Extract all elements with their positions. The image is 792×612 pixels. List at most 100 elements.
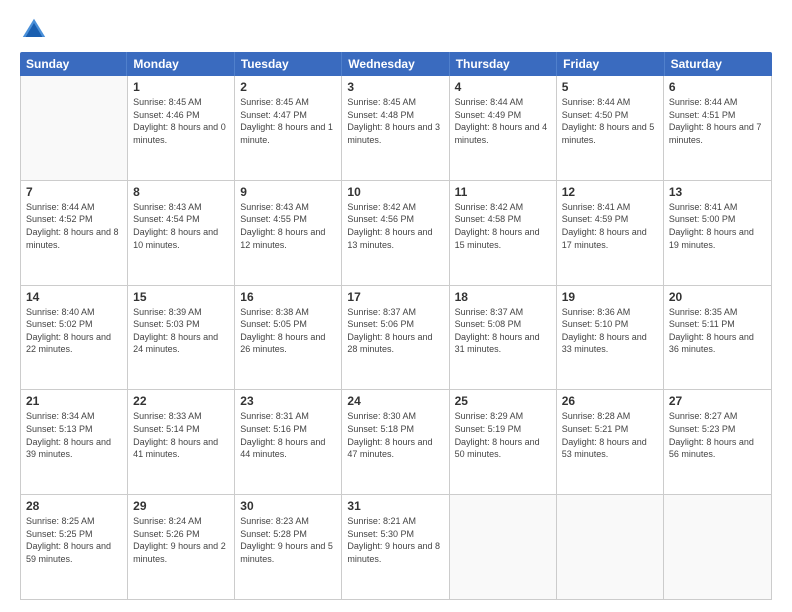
day-info: Sunrise: 8:39 AMSunset: 5:03 PMDaylight:… <box>133 306 229 356</box>
calendar-day-21: 21Sunrise: 8:34 AMSunset: 5:13 PMDayligh… <box>21 390 128 494</box>
calendar-day-27: 27 Sunrise: 8:27 AMSunset: 5:23 PMDayligh… <box>664 390 771 494</box>
calendar-day-5: 5 Sunrise: 8:44 AMSunset: 4:50 PMDaylight… <box>557 76 664 180</box>
day-info: Sunrise: 8:29 AMSunset: 5:19 PMDaylight:… <box>455 410 551 460</box>
calendar-day-11: 11 Sunrise: 8:42 AMSunset: 4:58 PMDayligh… <box>450 181 557 285</box>
day-number: 24 <box>347 394 443 408</box>
calendar-day-8: 8Sunrise: 8:43 AMSunset: 4:54 PMDaylight… <box>128 181 235 285</box>
day-number: 27 <box>669 394 766 408</box>
calendar-day-18: 18 Sunrise: 8:37 AMSunset: 5:08 PMDayligh… <box>450 286 557 390</box>
calendar-day-13: 13Sunrise: 8:41 AMSunset: 5:00 PMDayligh… <box>664 181 771 285</box>
calendar-header: SundayMondayTuesdayWednesdayThursdayFrid… <box>20 52 772 76</box>
header-cell-sunday: Sunday <box>20 52 127 76</box>
calendar-day-10: 10 Sunrise: 8:42 AMSunset: 4:56 PMDayligh… <box>342 181 449 285</box>
day-number: 4 <box>455 80 551 94</box>
day-number: 20 <box>669 290 766 304</box>
calendar-day-19: 19Sunrise: 8:36 AMSunset: 5:10 PMDayligh… <box>557 286 664 390</box>
day-info: Sunrise: 8:42 AMSunset: 4:56 PMDaylight:… <box>347 201 443 251</box>
day-info: Sunrise: 8:44 AMSunset: 4:50 PMDaylight:… <box>562 96 658 146</box>
day-info: Sunrise: 8:41 AMSunset: 5:00 PMDaylight:… <box>669 201 766 251</box>
day-number: 9 <box>240 185 336 199</box>
day-number: 12 <box>562 185 658 199</box>
day-number: 26 <box>562 394 658 408</box>
day-info: Sunrise: 8:44 AMSunset: 4:51 PMDaylight:… <box>669 96 766 146</box>
day-info: Sunrise: 8:23 AMSunset: 5:28 PMDaylight:… <box>240 515 336 565</box>
header-cell-thursday: Thursday <box>450 52 557 76</box>
day-info: Sunrise: 8:28 AMSunset: 5:21 PMDaylight:… <box>562 410 658 460</box>
day-number: 18 <box>455 290 551 304</box>
calendar-day-empty <box>557 495 664 599</box>
day-info: Sunrise: 8:35 AMSunset: 5:11 PMDaylight:… <box>669 306 766 356</box>
calendar-day-20: 20 Sunrise: 8:35 AMSunset: 5:11 PMDayligh… <box>664 286 771 390</box>
day-info: Sunrise: 8:40 AMSunset: 5:02 PMDaylight:… <box>26 306 122 356</box>
calendar-day-2: 2Sunrise: 8:45 AMSunset: 4:47 PMDaylight… <box>235 76 342 180</box>
day-info: Sunrise: 8:21 AMSunset: 5:30 PMDaylight:… <box>347 515 443 565</box>
day-info: Sunrise: 8:43 AMSunset: 4:55 PMDaylight:… <box>240 201 336 251</box>
logo <box>20 16 52 44</box>
day-number: 17 <box>347 290 443 304</box>
header-cell-friday: Friday <box>557 52 664 76</box>
day-info: Sunrise: 8:34 AMSunset: 5:13 PMDaylight:… <box>26 410 122 460</box>
day-number: 5 <box>562 80 658 94</box>
calendar-day-12: 12 Sunrise: 8:41 AMSunset: 4:59 PMDayligh… <box>557 181 664 285</box>
day-info: Sunrise: 8:44 AMSunset: 4:52 PMDaylight:… <box>26 201 122 251</box>
calendar-day-30: 30Sunrise: 8:23 AMSunset: 5:28 PMDayligh… <box>235 495 342 599</box>
day-number: 1 <box>133 80 229 94</box>
calendar-day-26: 26 Sunrise: 8:28 AMSunset: 5:21 PMDayligh… <box>557 390 664 494</box>
day-info: Sunrise: 8:24 AMSunset: 5:26 PMDaylight:… <box>133 515 229 565</box>
calendar-day-31: 31 Sunrise: 8:21 AMSunset: 5:30 PMDayligh… <box>342 495 449 599</box>
page: SundayMondayTuesdayWednesdayThursdayFrid… <box>0 0 792 612</box>
calendar-week-4: 21Sunrise: 8:34 AMSunset: 5:13 PMDayligh… <box>21 390 771 495</box>
calendar-day-29: 29 Sunrise: 8:24 AMSunset: 5:26 PMDayligh… <box>128 495 235 599</box>
calendar-day-23: 23Sunrise: 8:31 AMSunset: 5:16 PMDayligh… <box>235 390 342 494</box>
day-number: 2 <box>240 80 336 94</box>
day-number: 25 <box>455 394 551 408</box>
calendar: SundayMondayTuesdayWednesdayThursdayFrid… <box>20 52 772 600</box>
day-number: 29 <box>133 499 229 513</box>
calendar-day-9: 9 Sunrise: 8:43 AMSunset: 4:55 PMDaylight… <box>235 181 342 285</box>
day-number: 28 <box>26 499 122 513</box>
day-info: Sunrise: 8:36 AMSunset: 5:10 PMDaylight:… <box>562 306 658 356</box>
calendar-week-1: 1 Sunrise: 8:45 AMSunset: 4:46 PMDaylight… <box>21 76 771 181</box>
day-info: Sunrise: 8:43 AMSunset: 4:54 PMDaylight:… <box>133 201 229 251</box>
day-info: Sunrise: 8:27 AMSunset: 5:23 PMDaylight:… <box>669 410 766 460</box>
day-number: 23 <box>240 394 336 408</box>
calendar-day-17: 17Sunrise: 8:37 AMSunset: 5:06 PMDayligh… <box>342 286 449 390</box>
header <box>20 16 772 44</box>
calendar-day-22: 22Sunrise: 8:33 AMSunset: 5:14 PMDayligh… <box>128 390 235 494</box>
header-cell-tuesday: Tuesday <box>235 52 342 76</box>
calendar-day-16: 16 Sunrise: 8:38 AMSunset: 5:05 PMDayligh… <box>235 286 342 390</box>
calendar-day-25: 25 Sunrise: 8:29 AMSunset: 5:19 PMDayligh… <box>450 390 557 494</box>
day-number: 31 <box>347 499 443 513</box>
day-info: Sunrise: 8:41 AMSunset: 4:59 PMDaylight:… <box>562 201 658 251</box>
day-info: Sunrise: 8:37 AMSunset: 5:08 PMDaylight:… <box>455 306 551 356</box>
day-number: 15 <box>133 290 229 304</box>
day-number: 3 <box>347 80 443 94</box>
day-number: 16 <box>240 290 336 304</box>
calendar-day-4: 4 Sunrise: 8:44 AMSunset: 4:49 PMDaylight… <box>450 76 557 180</box>
day-number: 11 <box>455 185 551 199</box>
header-cell-saturday: Saturday <box>665 52 772 76</box>
calendar-day-15: 15 Sunrise: 8:39 AMSunset: 5:03 PMDayligh… <box>128 286 235 390</box>
day-info: Sunrise: 8:42 AMSunset: 4:58 PMDaylight:… <box>455 201 551 251</box>
header-cell-wednesday: Wednesday <box>342 52 449 76</box>
day-number: 10 <box>347 185 443 199</box>
day-number: 22 <box>133 394 229 408</box>
calendar-week-5: 28 Sunrise: 8:25 AMSunset: 5:25 PMDayligh… <box>21 495 771 599</box>
logo-icon <box>20 16 48 44</box>
calendar-day-7: 7 Sunrise: 8:44 AMSunset: 4:52 PMDaylight… <box>21 181 128 285</box>
calendar-body: 1 Sunrise: 8:45 AMSunset: 4:46 PMDaylight… <box>20 76 772 600</box>
calendar-day-24: 24Sunrise: 8:30 AMSunset: 5:18 PMDayligh… <box>342 390 449 494</box>
header-cell-monday: Monday <box>127 52 234 76</box>
calendar-day-empty <box>664 495 771 599</box>
day-info: Sunrise: 8:44 AMSunset: 4:49 PMDaylight:… <box>455 96 551 146</box>
day-number: 6 <box>669 80 766 94</box>
day-info: Sunrise: 8:38 AMSunset: 5:05 PMDaylight:… <box>240 306 336 356</box>
day-info: Sunrise: 8:45 AMSunset: 4:46 PMDaylight:… <box>133 96 229 146</box>
calendar-week-3: 14Sunrise: 8:40 AMSunset: 5:02 PMDayligh… <box>21 286 771 391</box>
calendar-day-6: 6 Sunrise: 8:44 AMSunset: 4:51 PMDaylight… <box>664 76 771 180</box>
calendar-day-1: 1 Sunrise: 8:45 AMSunset: 4:46 PMDaylight… <box>128 76 235 180</box>
day-info: Sunrise: 8:25 AMSunset: 5:25 PMDaylight:… <box>26 515 122 565</box>
day-number: 7 <box>26 185 122 199</box>
calendar-week-2: 7 Sunrise: 8:44 AMSunset: 4:52 PMDaylight… <box>21 181 771 286</box>
calendar-day-empty <box>21 76 128 180</box>
